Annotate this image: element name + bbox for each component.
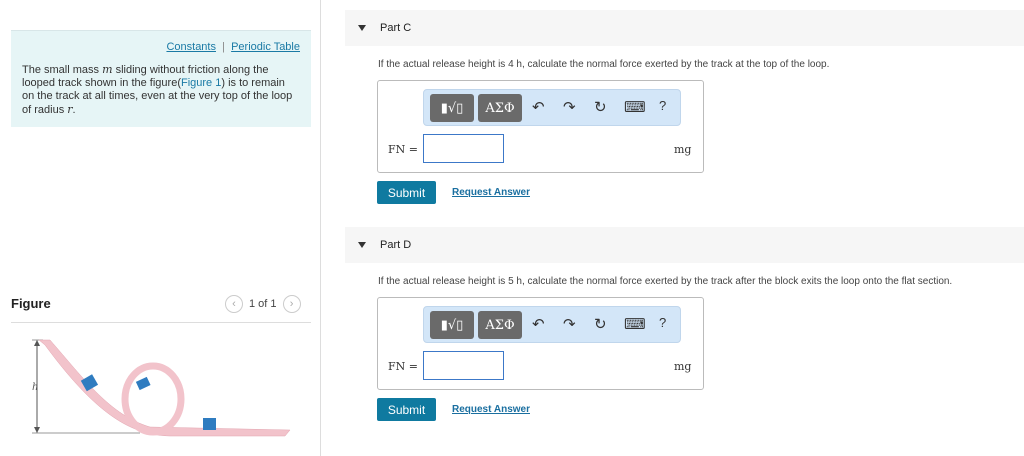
- redo-icon[interactable]: ↷: [563, 315, 576, 333]
- templates-button[interactable]: ▮√▯: [430, 94, 474, 122]
- separator: |: [222, 41, 225, 53]
- part-c-question: If the actual release height is 4 h, cal…: [378, 59, 830, 70]
- figure-title: Figure: [11, 296, 51, 311]
- reset-icon[interactable]: ↻: [594, 315, 607, 333]
- submit-button[interactable]: Submit: [377, 398, 436, 421]
- figure-pager: ‹ 1 of 1 ›: [225, 295, 301, 313]
- divider: [11, 322, 311, 323]
- help-icon[interactable]: ?: [659, 98, 666, 113]
- constants-link[interactable]: Constants: [166, 41, 216, 53]
- part-title: Part D: [380, 239, 412, 251]
- prev-figure-button[interactable]: ‹: [225, 295, 243, 313]
- figure-link[interactable]: Figure 1: [181, 77, 221, 89]
- fn-label: FN =: [388, 143, 418, 156]
- collapse-icon: [358, 25, 366, 31]
- fn-input[interactable]: [423, 351, 504, 380]
- resource-links: Constants | Periodic Table: [22, 41, 300, 53]
- problem-text: The small mass m sliding without frictio…: [22, 63, 300, 117]
- redo-icon[interactable]: ↷: [563, 98, 576, 116]
- request-answer-link[interactable]: Request Answer: [452, 187, 530, 198]
- fn-input[interactable]: [423, 134, 504, 163]
- text: The small mass: [22, 64, 103, 76]
- periodic-table-link[interactable]: Periodic Table: [231, 41, 300, 53]
- next-figure-button[interactable]: ›: [282, 295, 301, 313]
- keyboard-icon[interactable]: ⌨: [624, 315, 646, 333]
- part-d-question: If the actual release height is 5 h, cal…: [378, 276, 953, 287]
- submit-button[interactable]: Submit: [377, 181, 436, 204]
- problem-intro: Constants | Periodic Table The small mas…: [11, 30, 311, 127]
- loop-track-figure: h: [32, 339, 291, 437]
- var-m: m: [102, 63, 113, 76]
- part-title: Part C: [380, 22, 412, 34]
- request-answer-link[interactable]: Request Answer: [452, 404, 530, 415]
- pager-text: 1 of 1: [249, 298, 277, 310]
- greek-symbols-button[interactable]: ΑΣΦ: [478, 94, 522, 122]
- text: .: [72, 104, 76, 116]
- part-c-answer-box: ▮√▯ ΑΣΦ ↶ ↷ ↻ ⌨ ? FN = mg: [377, 80, 704, 173]
- part-d-answer-box: ▮√▯ ΑΣΦ ↶ ↷ ↻ ⌨ ? FN = mg: [377, 297, 704, 390]
- collapse-icon: [358, 242, 366, 248]
- unit-label: mg: [674, 143, 692, 156]
- reset-icon[interactable]: ↻: [594, 98, 607, 116]
- templates-button[interactable]: ▮√▯: [430, 311, 474, 339]
- undo-icon[interactable]: ↶: [532, 98, 545, 116]
- panel-divider: [320, 0, 321, 456]
- greek-symbols-button[interactable]: ΑΣΦ: [478, 311, 522, 339]
- part-c-header[interactable]: Part C: [345, 10, 1024, 46]
- math-toolbar: ▮√▯ ΑΣΦ ↶ ↷ ↻ ⌨ ?: [423, 306, 681, 343]
- unit-label: mg: [674, 360, 692, 373]
- undo-icon[interactable]: ↶: [532, 315, 545, 333]
- part-d-header[interactable]: Part D: [345, 227, 1024, 263]
- keyboard-icon[interactable]: ⌨: [624, 98, 646, 116]
- fn-label: FN =: [388, 360, 418, 373]
- help-icon[interactable]: ?: [659, 315, 666, 330]
- h-label: h: [32, 382, 38, 393]
- math-toolbar: ▮√▯ ΑΣΦ ↶ ↷ ↻ ⌨ ?: [423, 89, 681, 126]
